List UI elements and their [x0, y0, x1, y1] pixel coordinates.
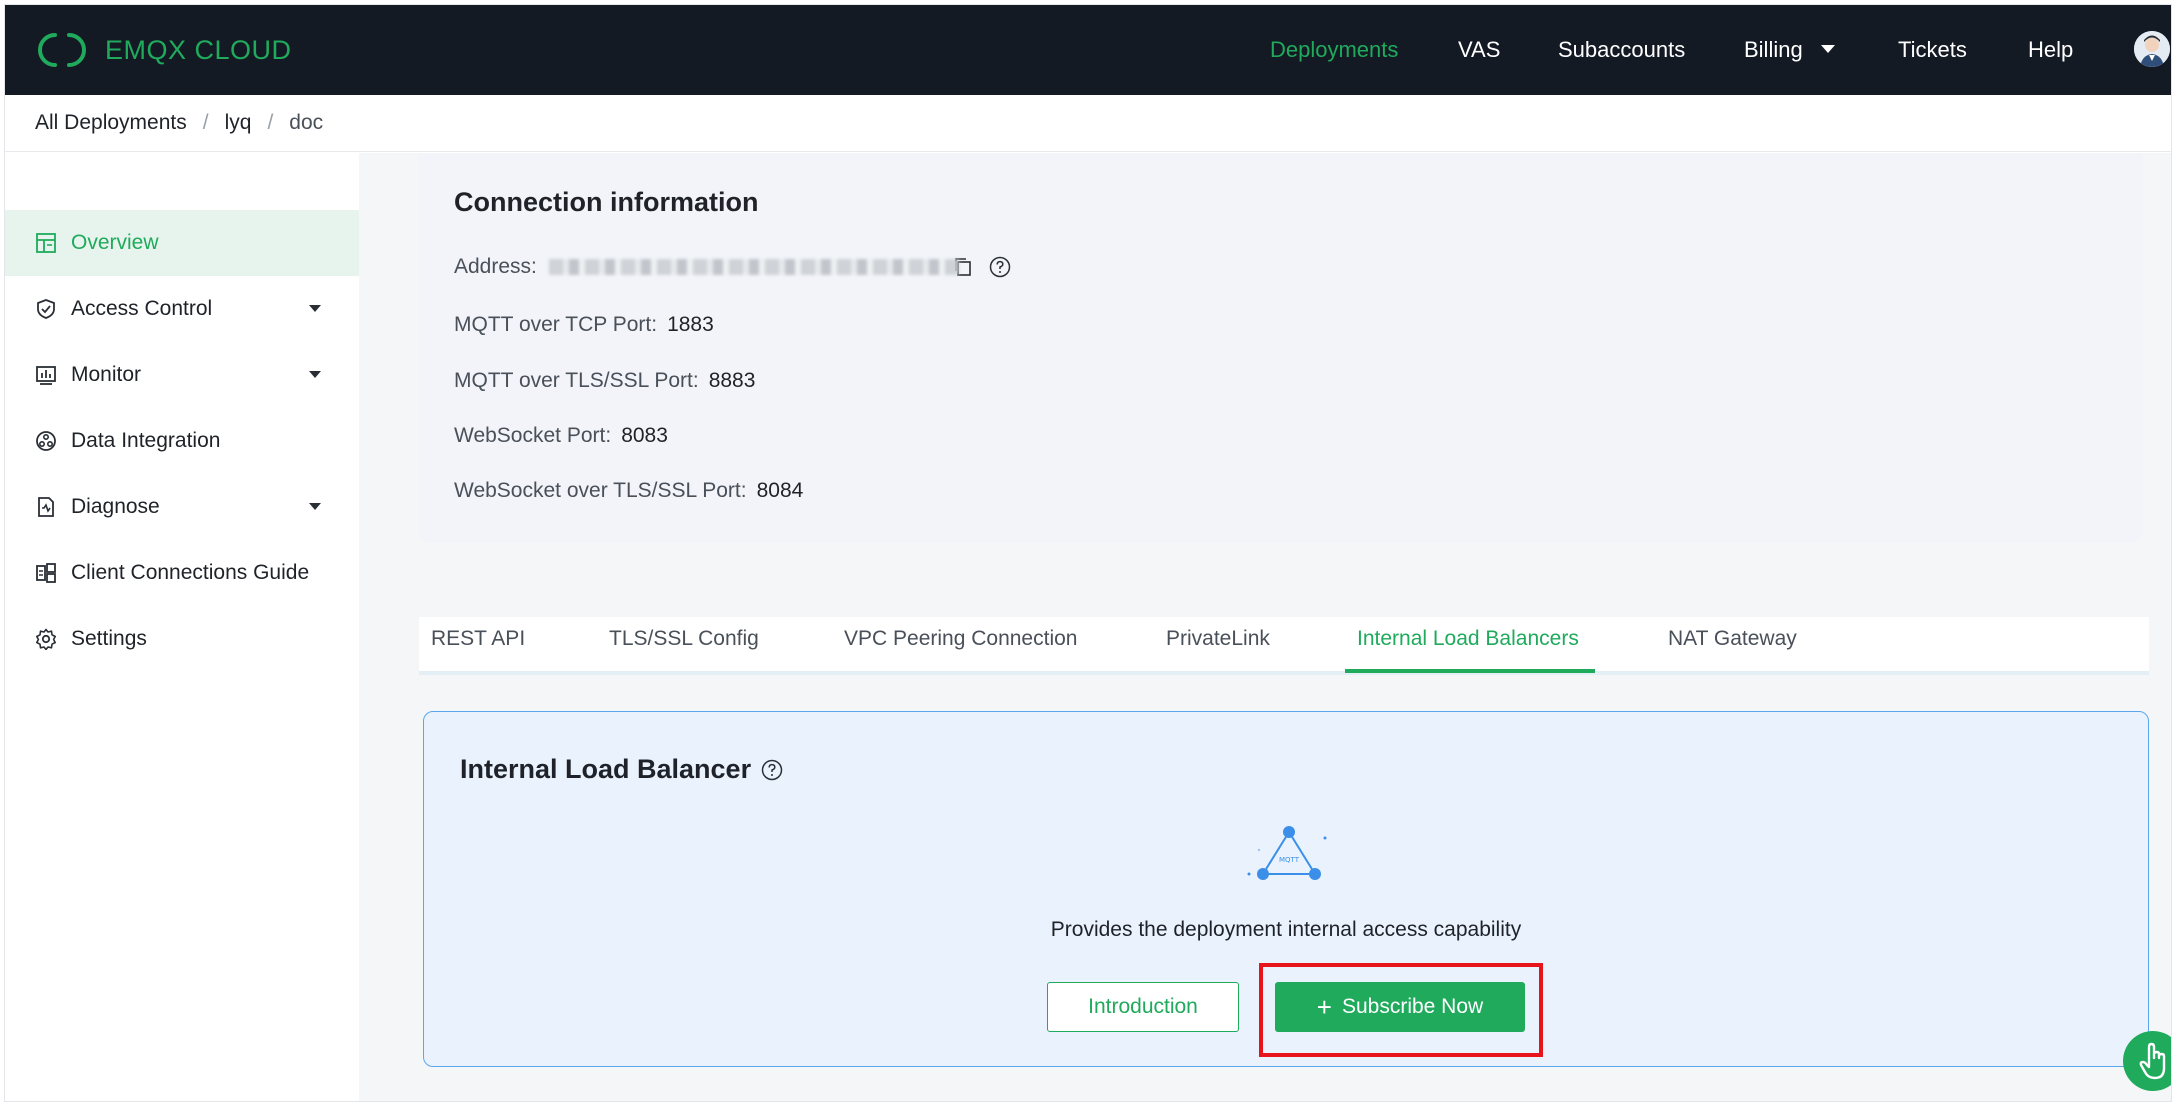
port-value: 1883 [667, 313, 714, 336]
introduction-button[interactable]: Introduction [1047, 982, 1239, 1032]
address-value-redacted [548, 259, 959, 275]
sidebar: Overview Access Control Monitor Data Int… [5, 153, 359, 1101]
brand-logo[interactable]: EMQX CLOUD [33, 27, 292, 73]
emqx-logo-icon [38, 33, 86, 67]
shield-icon [35, 298, 57, 320]
mqtt-network-illustration-icon: MQTT [1247, 826, 1327, 880]
tab-tls-ssl-config[interactable]: TLS/SSL Config [609, 627, 759, 651]
nav-billing-label: Billing [1744, 37, 1803, 62]
port-label: WebSocket over TLS/SSL Port: [454, 479, 747, 502]
sidebar-item-label: Overview [71, 231, 159, 254]
brand-name: EMQX CLOUD [105, 34, 292, 65]
sidebar-item-access-control[interactable]: Access Control [5, 276, 359, 342]
tab-rest-api[interactable]: REST API [431, 627, 525, 651]
connection-info-title: Connection information [454, 187, 759, 217]
integration-icon [35, 430, 57, 452]
port-label: MQTT over TCP Port: [454, 313, 658, 336]
breadcrumb-deployment: doc [289, 111, 324, 134]
nav-subaccounts[interactable]: Subaccounts [1558, 34, 1685, 66]
help-circle-icon[interactable] [989, 256, 1011, 278]
feature-tabs: REST API TLS/SSL Config VPC Peering Conn… [419, 617, 2149, 675]
sidebar-item-data-integration[interactable]: Data Integration [5, 408, 359, 474]
sidebar-item-label: Monitor [71, 363, 142, 386]
app-window: EMQX CLOUD Deployments VAS Subaccounts B… [4, 4, 2172, 1102]
help-circle-icon[interactable] [761, 759, 783, 781]
port-value: 8084 [756, 479, 804, 502]
sidebar-item-label: Access Control [71, 297, 213, 320]
ilb-title-row: Internal Load Balancer [460, 754, 783, 785]
tab-internal-load-balancers[interactable]: Internal Load Balancers [1357, 627, 1579, 651]
breadcrumb-separator: / [202, 111, 209, 134]
user-avatar[interactable] [2134, 31, 2170, 67]
sidebar-item-overview[interactable]: Overview [5, 210, 359, 276]
nav-vas[interactable]: VAS [1458, 34, 1500, 66]
hand-pointer-icon [2139, 1042, 2166, 1080]
illustration-label: MQTT [1279, 856, 1300, 864]
caret-down-icon [1820, 45, 1835, 54]
tab-vpc-peering[interactable]: VPC Peering Connection [844, 627, 1077, 651]
diagnose-icon [35, 496, 57, 518]
sidebar-item-label: Diagnose [71, 495, 160, 518]
dashboard-icon [35, 232, 57, 254]
nav-billing[interactable]: Billing [1744, 34, 1835, 66]
tab-nat-gateway[interactable]: NAT Gateway [1668, 627, 1797, 651]
breadcrumb-separator: / [267, 111, 274, 134]
sidebar-item-diagnose[interactable]: Diagnose [5, 474, 359, 540]
mqtt-tcp-port-row: MQTT over TCP Port: 1883 [454, 313, 714, 337]
breadcrumb: All Deployments / lyq / doc [5, 95, 2171, 152]
guide-icon [35, 562, 57, 584]
port-label: MQTT over TLS/SSL Port: [454, 369, 699, 392]
ilb-title: Internal Load Balancer [460, 754, 752, 784]
port-value: 8083 [621, 424, 668, 447]
websocket-port-row: WebSocket Port: 8083 [454, 424, 668, 448]
address-label: Address: [454, 255, 537, 278]
mqtt-tls-port-row: MQTT over TLS/SSL Port: 8883 [454, 369, 755, 393]
chart-icon [35, 364, 57, 386]
user-avatar-icon [2134, 31, 2170, 67]
top-nav-bar: EMQX CLOUD Deployments VAS Subaccounts B… [5, 5, 2171, 95]
nav-deployments[interactable]: Deployments [1270, 34, 1398, 66]
breadcrumb-all-deployments[interactable]: All Deployments [35, 111, 187, 135]
sidebar-item-monitor[interactable]: Monitor [5, 342, 359, 408]
nav-tickets[interactable]: Tickets [1898, 34, 1967, 66]
caret-down-icon [309, 503, 321, 510]
gear-icon [35, 628, 57, 650]
address-row: Address: [454, 255, 1011, 279]
highlight-box [1259, 963, 1543, 1057]
active-tab-underline [1345, 669, 1595, 673]
port-value: 8883 [708, 369, 756, 392]
tab-privatelink[interactable]: PrivateLink [1166, 627, 1270, 651]
sidebar-item-settings[interactable]: Settings [5, 606, 359, 672]
sidebar-item-client-connections-guide[interactable]: Client Connections Guide [5, 540, 359, 606]
websocket-tls-port-row: WebSocket over TLS/SSL Port: 8084 [454, 479, 803, 503]
nav-help[interactable]: Help [2028, 34, 2073, 66]
caret-down-icon [309, 371, 321, 378]
sidebar-item-label: Data Integration [71, 429, 221, 452]
caret-down-icon [309, 305, 321, 312]
port-label: WebSocket Port: [454, 424, 612, 447]
sidebar-item-label: Client Connections Guide [71, 561, 310, 584]
sidebar-item-label: Settings [71, 627, 147, 650]
ilb-description: Provides the deployment internal access … [1050, 918, 1522, 941]
breadcrumb-project[interactable]: lyq [225, 111, 252, 135]
